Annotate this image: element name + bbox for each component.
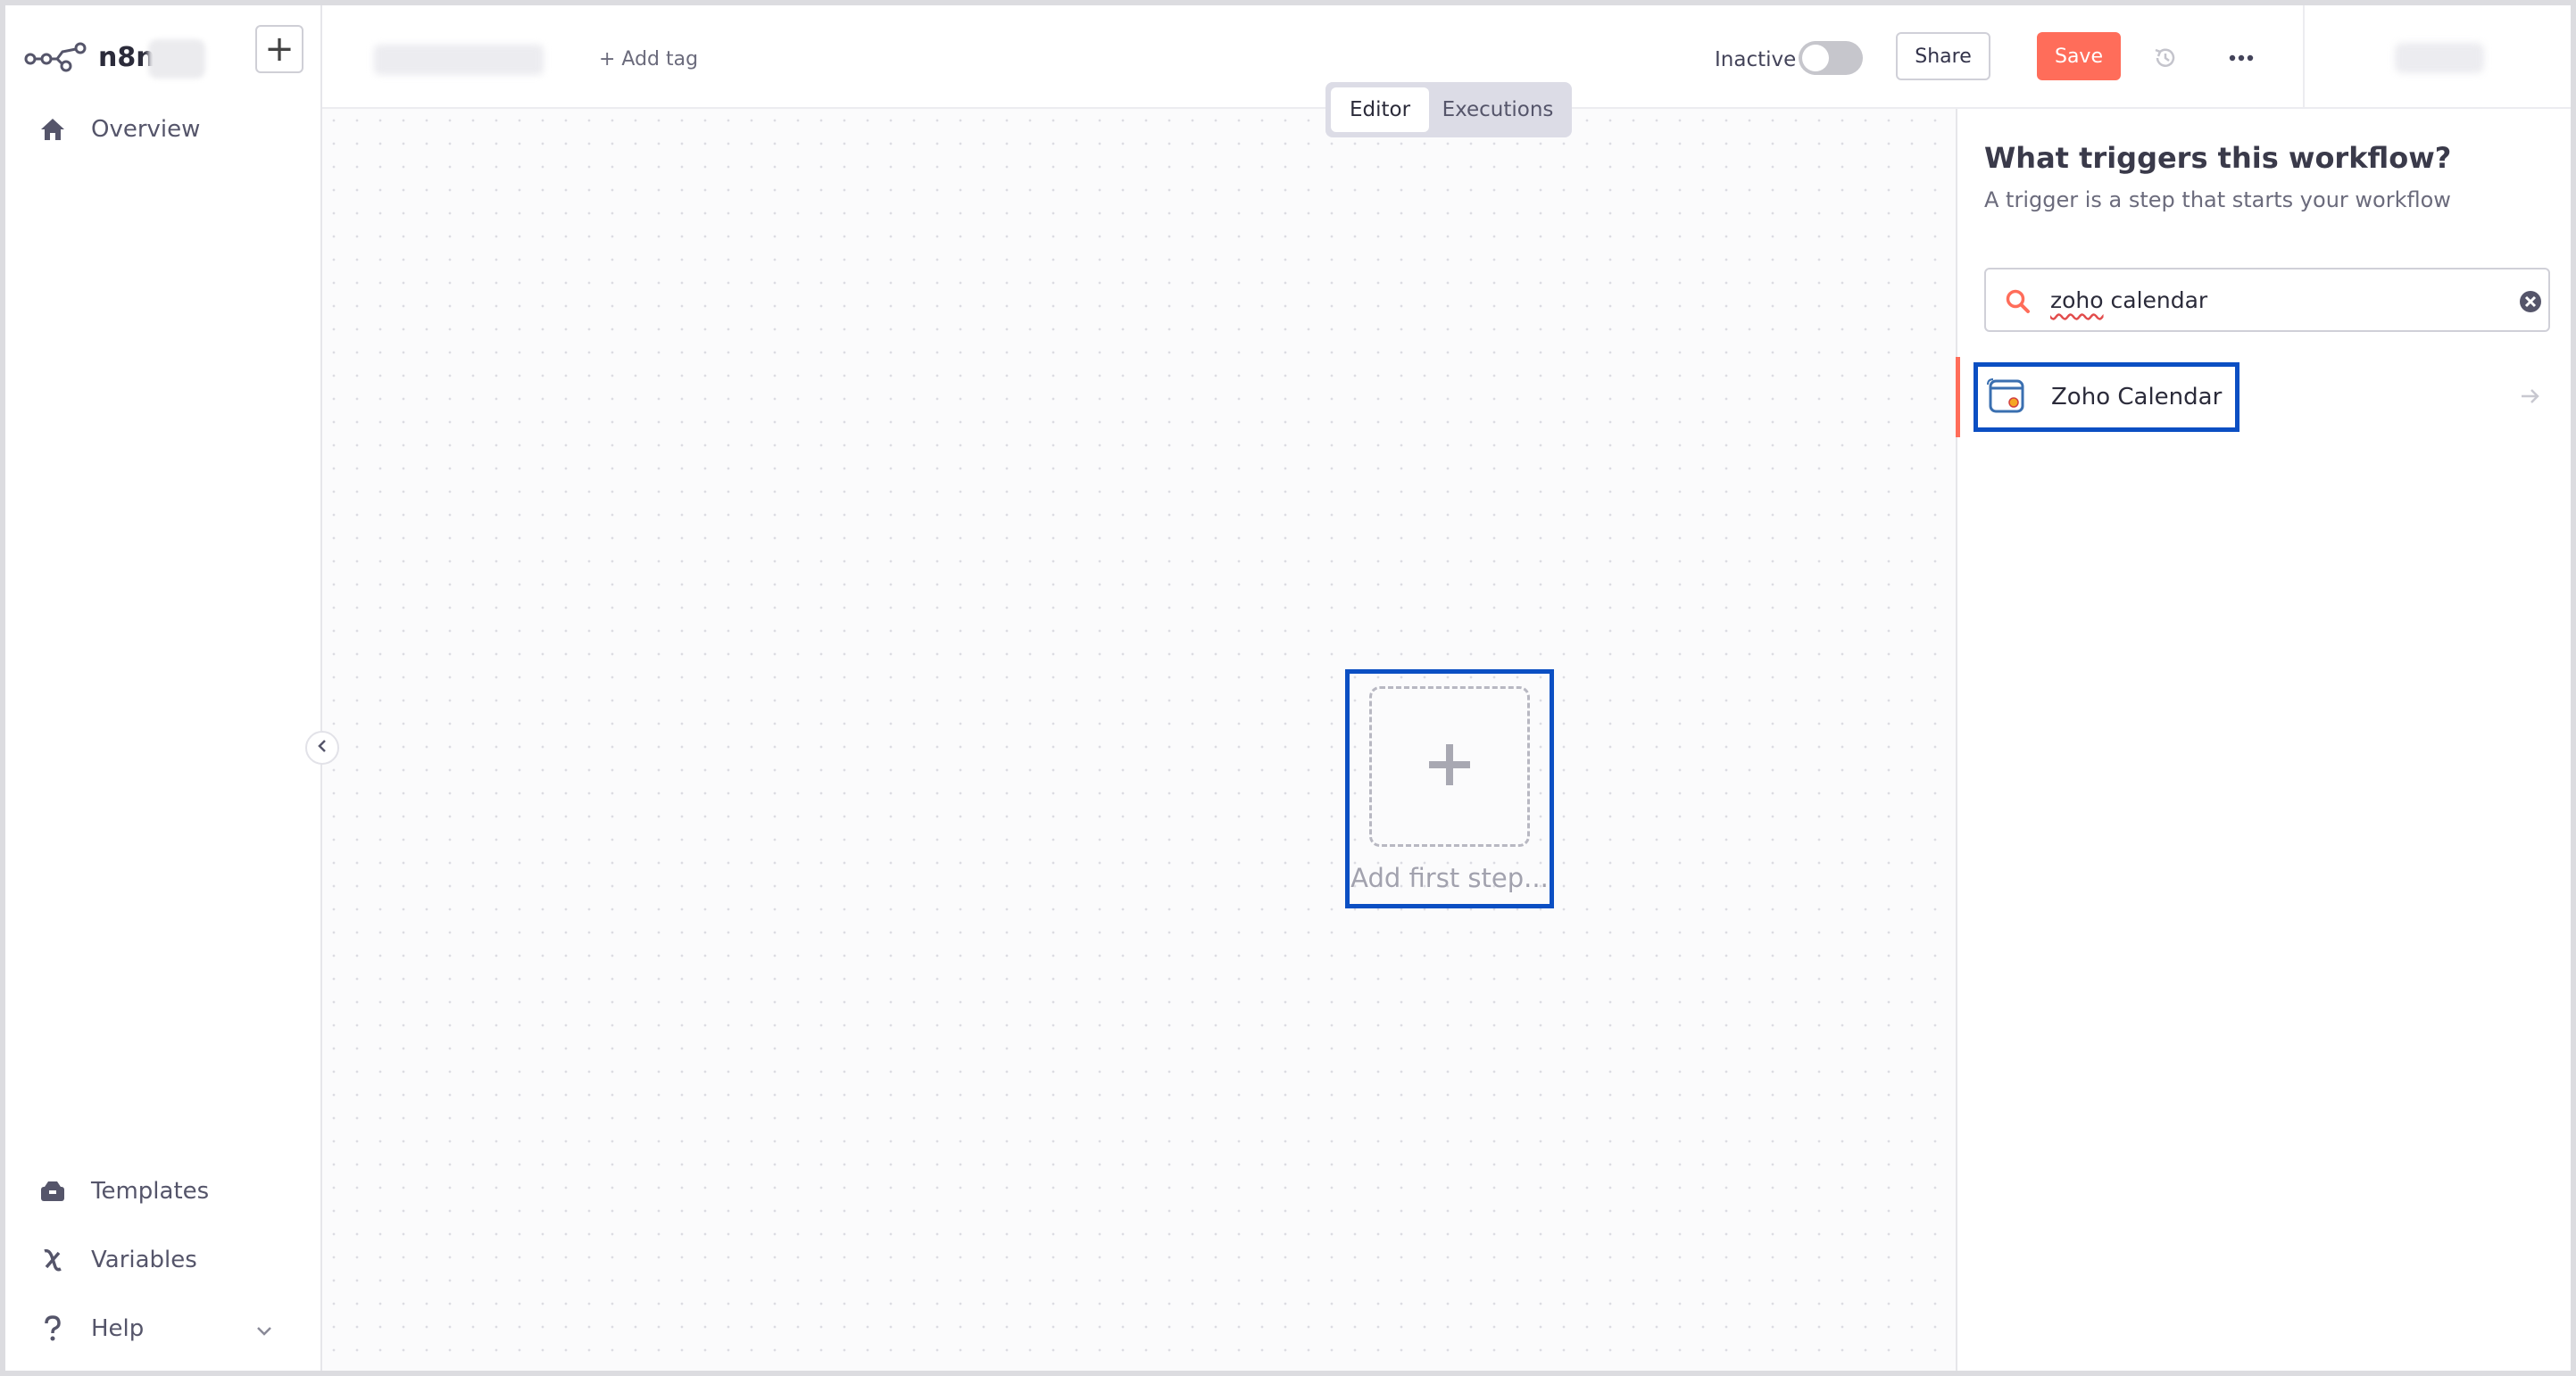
sidebar-item-templates[interactable]: Templates [37, 1176, 209, 1206]
panel-subtitle: A trigger is a step that starts your wor… [1984, 187, 2451, 212]
node-creator-panel: What triggers this workflow? A trigger i… [1956, 109, 2571, 1371]
sidebar-item-overview[interactable]: Overview [37, 114, 200, 145]
add-tag-link[interactable]: + Add tag [599, 48, 698, 70]
arrow-right-icon[interactable] [2518, 384, 2543, 409]
result-active-indicator [1956, 357, 1960, 437]
chevron-left-icon [316, 738, 328, 758]
templates-icon [37, 1176, 68, 1206]
sidebar-item-label: Variables [91, 1247, 197, 1273]
zoho-calendar-icon [1985, 376, 2028, 419]
share-button[interactable]: Share [1896, 32, 1990, 80]
panel-title: What triggers this workflow? [1984, 141, 2452, 175]
add-first-step-node[interactable]: Add first step... [1345, 669, 1554, 908]
sidebar-item-label: Templates [91, 1178, 210, 1205]
help-icon [37, 1314, 68, 1344]
search-value-misspelled: zoho [2050, 287, 2104, 313]
workflow-canvas[interactable]: Add first step... [322, 109, 1956, 1371]
header-divider [2303, 5, 2305, 109]
search-input[interactable]: zoho calendar [1984, 268, 2550, 332]
n8n-logo[interactable]: n8n [23, 39, 155, 75]
plus-icon [1425, 741, 1474, 792]
workflow-name-redacted[interactable] [374, 45, 544, 75]
history-icon[interactable] [2152, 45, 2179, 71]
toggle-knob [1802, 45, 1829, 71]
app-window: n8n + Overview Templates Variables Help … [5, 5, 2571, 1371]
active-status-label: Inactive [1715, 48, 1797, 71]
add-node-box[interactable] [1369, 686, 1530, 847]
sidebar-item-help[interactable]: Help [37, 1314, 271, 1344]
n8n-logo-icon [24, 42, 87, 72]
home-icon [37, 114, 68, 145]
sidebar-item-label: Overview [91, 116, 201, 143]
view-tabs: Editor Executions [1325, 82, 1572, 137]
search-icon [2004, 287, 2032, 316]
add-first-step-label: Add first step... [1350, 863, 1549, 893]
result-label: Zoho Calendar [2051, 384, 2223, 410]
chevron-down-icon[interactable] [255, 1317, 273, 1344]
more-options-icon[interactable] [2225, 45, 2257, 71]
sidebar-item-label: Help [91, 1315, 145, 1342]
user-menu-redacted[interactable] [2395, 43, 2484, 73]
collapse-sidebar-button[interactable] [305, 731, 339, 765]
clear-search-icon[interactable] [2518, 289, 2543, 314]
sidebar: n8n + Overview Templates Variables Help [5, 5, 322, 1371]
result-item-zoho-calendar[interactable]: Zoho Calendar [1974, 362, 2239, 432]
search-value: zoho calendar [2050, 287, 2207, 313]
new-workflow-button[interactable]: + [255, 25, 303, 73]
sidebar-item-variables[interactable]: Variables [37, 1245, 197, 1275]
tab-editor[interactable]: Editor [1331, 87, 1429, 132]
save-button[interactable]: Save [2037, 32, 2121, 80]
logo-text: n8n [98, 41, 155, 73]
project-name-redacted [148, 39, 205, 79]
active-toggle[interactable] [1799, 41, 1863, 75]
tab-executions[interactable]: Executions [1429, 87, 1566, 132]
search-value-rest: calendar [2103, 287, 2208, 313]
variables-icon [37, 1245, 68, 1275]
